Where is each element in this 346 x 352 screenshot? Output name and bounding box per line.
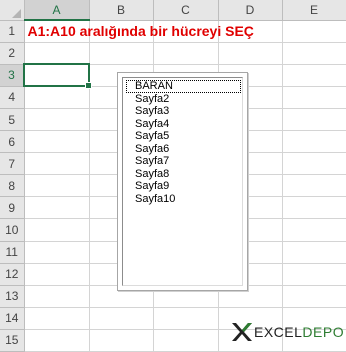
cell-e8[interactable] (282, 174, 346, 198)
row-header-15[interactable]: 15 (0, 329, 25, 352)
row-header-10[interactable]: 10 (0, 218, 25, 242)
list-item[interactable]: Sayfa5 (126, 130, 242, 143)
list-item[interactable]: Sayfa7 (126, 155, 242, 168)
cell-a13[interactable] (24, 285, 90, 308)
row-header-11[interactable]: 11 (0, 241, 25, 264)
cell-a5[interactable] (24, 108, 90, 132)
active-cell-a3[interactable] (23, 63, 92, 89)
column-header-e[interactable]: E (282, 0, 346, 21)
cell-e10[interactable] (282, 218, 346, 242)
list-item[interactable]: Sayfa6 (126, 143, 242, 156)
row-header-6[interactable]: 6 (0, 130, 25, 154)
cell-a8[interactable] (24, 174, 90, 198)
cell-c15[interactable] (153, 329, 219, 352)
cell-b2[interactable] (89, 42, 154, 65)
cell-a2[interactable] (24, 42, 90, 65)
list-item[interactable]: Sayfa8 (126, 168, 242, 181)
list-item[interactable]: Sayfa9 (126, 180, 242, 193)
list-item[interactable]: Sayfa10 (126, 193, 242, 206)
cell-a12[interactable] (24, 263, 90, 286)
row-header-8[interactable]: 8 (0, 174, 25, 198)
row-header-4[interactable]: 4 (0, 86, 25, 109)
x-logo-icon (232, 323, 252, 341)
logo-text-main: EXCEL (254, 324, 303, 340)
logo-text-sub: DEPO (302, 324, 345, 340)
cell-e13[interactable] (282, 285, 346, 308)
cell-a15[interactable] (24, 329, 90, 352)
cell-e11[interactable] (282, 241, 346, 264)
column-header-b[interactable]: B (89, 0, 154, 21)
select-all-corner[interactable] (0, 0, 25, 21)
cell-c14[interactable] (153, 307, 219, 330)
cell-e5[interactable] (282, 108, 346, 132)
row-header-12[interactable]: 12 (0, 263, 25, 286)
row-header-9[interactable]: 9 (0, 196, 25, 220)
row-header-3[interactable]: 3 (0, 64, 25, 87)
row-header-2[interactable]: 2 (0, 42, 25, 65)
cell-e2[interactable] (282, 42, 346, 65)
column-header-c[interactable]: C (153, 0, 219, 21)
cell-e1[interactable] (282, 20, 346, 43)
cell-b15[interactable] (89, 329, 154, 352)
list-item[interactable]: Sayfa2 (126, 93, 242, 106)
row-header-7[interactable]: 7 (0, 152, 25, 176)
cell-a9[interactable] (24, 196, 90, 220)
cell-a10[interactable] (24, 218, 90, 242)
cell-a7[interactable] (24, 152, 90, 176)
sheet-list: BARAN Sayfa2 Sayfa3 Sayfa4 Sayfa5 Sayfa6… (123, 78, 242, 205)
column-header-a[interactable]: A (24, 0, 90, 22)
cell-e6[interactable] (282, 130, 346, 154)
cell-c2[interactable] (153, 42, 219, 65)
cell-a1-title[interactable]: A1:A10 aralığında bir hücreyi SEÇ (24, 20, 254, 43)
row-header-13[interactable]: 13 (0, 285, 25, 308)
cell-a6[interactable] (24, 130, 90, 154)
cell-e12[interactable] (282, 263, 346, 286)
cell-a11[interactable] (24, 241, 90, 264)
list-item[interactable]: Sayfa4 (126, 118, 242, 131)
column-header-d[interactable]: D (218, 0, 283, 21)
row-header-5[interactable]: 5 (0, 108, 25, 132)
cell-e9[interactable] (282, 196, 346, 220)
cell-e3[interactable] (282, 64, 346, 87)
cell-d2[interactable] (218, 42, 283, 65)
cell-a14[interactable] (24, 307, 90, 330)
list-box-inner: BARAN Sayfa2 Sayfa3 Sayfa4 Sayfa5 Sayfa6… (122, 77, 243, 286)
cell-b14[interactable] (89, 307, 154, 330)
list-item[interactable]: Sayfa3 (126, 105, 242, 118)
cell-a4[interactable] (24, 86, 90, 109)
exceldepo-logo: EXCEL DEPO (230, 321, 344, 343)
select-all-triangle-icon (12, 9, 21, 19)
sheet-list-box[interactable]: BARAN Sayfa2 Sayfa3 Sayfa4 Sayfa5 Sayfa6… (117, 72, 248, 291)
row-header-1[interactable]: 1 (0, 20, 25, 43)
row-header-14[interactable]: 14 (0, 307, 25, 330)
cell-e7[interactable] (282, 152, 346, 176)
list-item-baran[interactable]: BARAN (126, 80, 241, 93)
fill-handle[interactable] (84, 81, 92, 89)
cell-e4[interactable] (282, 86, 346, 109)
